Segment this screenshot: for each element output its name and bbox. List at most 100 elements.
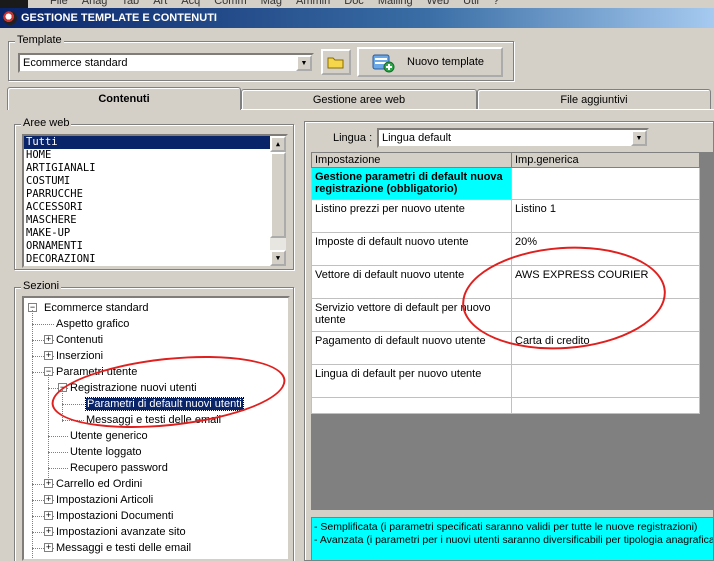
open-folder-button[interactable] (321, 49, 351, 75)
table-row[interactable]: Listino prezzi per nuovo utente Listino 1 (311, 199, 700, 233)
tree-node[interactable]: Utente loggato (70, 445, 142, 459)
tree-node[interactable]: Carrello ed Ordini (56, 477, 142, 491)
aree-web-item[interactable]: Tutti (24, 136, 270, 149)
tree-node-label: Messaggi e testi delle email (56, 542, 192, 554)
menu-item[interactable]: Anag (82, 0, 108, 7)
tree-node[interactable]: Impostazioni Documenti (56, 509, 173, 523)
aree-web-scrollbar[interactable]: ▲ ▼ (270, 136, 286, 266)
column-header-imp-generica[interactable]: Imp.generica (511, 152, 700, 168)
lingua-select[interactable]: Lingua default ▼ (377, 128, 649, 148)
tree-node-label: Parametri di default nuovi utenti (85, 397, 244, 411)
aree-web-item[interactable]: MASCHERE (24, 214, 286, 227)
table-row[interactable]: Vettore di default nuovo utente AWS EXPRE… (311, 265, 700, 299)
aree-web-items: Tutti HOME ARTIGIANALI COSTUMI PARRUCCHE ACCE… (24, 136, 286, 266)
setting-value-cell[interactable]: Carta di credito (511, 331, 700, 365)
aree-web-item[interactable]: ACCESSORI (24, 201, 286, 214)
sezioni-legend: Sezioni (21, 280, 62, 292)
setting-value-cell[interactable] (511, 397, 700, 414)
tree-node[interactable]: Messaggi e testi delle email (86, 413, 221, 427)
table-row[interactable]: Pagamento di default nuovo utente Carta d… (311, 331, 700, 365)
tab-gestione-aree-web[interactable]: Gestione aree web (241, 89, 477, 109)
tree-node-label: Recupero password (70, 462, 168, 474)
aree-web-listbox[interactable]: Tutti HOME ARTIGIANALI COSTUMI PARRUCCHE ACCE… (22, 134, 288, 268)
tree-node[interactable]: Parametri di default nuovi utenti (85, 397, 244, 411)
menu-item[interactable]: Doc (344, 0, 364, 7)
tree-node[interactable]: Impostazioni avanzate sito (56, 525, 186, 539)
tree-node[interactable]: Contenuti (56, 333, 103, 347)
new-template-button[interactable]: Nuovo template (357, 47, 503, 77)
tree-node-label: Utente generico (70, 430, 148, 442)
setting-name-cell: Imposte di default nuovo utente (311, 232, 512, 266)
menu-item[interactable]: Util (463, 0, 479, 7)
menu-item[interactable]: Art (153, 0, 167, 7)
setting-value-cell[interactable]: AWS EXPRESS COURIER (511, 265, 700, 299)
aree-web-item[interactable]: ORNAMENTI (24, 240, 286, 253)
scroll-up-icon[interactable]: ▲ (270, 136, 286, 152)
menu-item[interactable]: Tab (121, 0, 139, 7)
table-row[interactable]: Imposte di default nuovo utente 20% (311, 232, 700, 266)
table-row[interactable]: Gestione parametri di default nuova regi… (311, 167, 700, 200)
aree-web-item[interactable]: DECORAZIONI (24, 253, 286, 266)
menu-item[interactable]: Mag (261, 0, 282, 7)
setting-value-cell[interactable] (511, 167, 700, 200)
tree-guide (48, 374, 49, 482)
setting-name-cell (311, 397, 512, 414)
setting-name-cell: Servizio vettore di default per nuovo ut… (311, 298, 512, 332)
tree-node[interactable]: Recupero password (70, 461, 168, 475)
menu-item[interactable]: File (50, 0, 68, 7)
column-header-impostazione[interactable]: Impostazione (311, 152, 512, 168)
tree-node[interactable]: Impostazioni Articoli (56, 493, 153, 507)
menu-item[interactable]: ? (493, 0, 499, 7)
table-row[interactable]: Lingua di default per nuovo utente (311, 364, 700, 398)
table-row[interactable]: Servizio vettore di default per nuovo ut… (311, 298, 700, 332)
template-select[interactable]: Ecommerce standard ▼ (18, 53, 314, 73)
scroll-down-icon[interactable]: ▼ (270, 250, 286, 266)
aree-web-item[interactable]: MAKE-UP (24, 227, 286, 240)
expand-icon[interactable]: + (44, 527, 53, 536)
info-line: - Semplificata (i parametri specificati … (314, 521, 698, 533)
tree-node[interactable]: Registrazione nuovi utenti (70, 381, 197, 395)
menu-item[interactable]: Ammin (296, 0, 330, 7)
tree-node-label: Registrazione nuovi utenti (70, 382, 197, 394)
tab-contenuti[interactable]: Contenuti (7, 87, 241, 110)
tree-node-label: Impostazioni Articoli (56, 494, 154, 506)
expand-icon[interactable]: + (44, 543, 53, 552)
setting-value-cell[interactable]: Listino 1 (511, 199, 700, 233)
scroll-thumb[interactable] (270, 152, 286, 238)
menu-item[interactable]: Mailing (378, 0, 413, 7)
tab-file-aggiuntivi[interactable]: File aggiuntivi (477, 89, 711, 109)
expand-icon[interactable]: + (44, 495, 53, 504)
tree-node[interactable]: Utente generico (70, 429, 148, 443)
setting-name-cell: Pagamento di default nuovo utente (311, 331, 512, 365)
setting-value-cell[interactable]: 20% (511, 232, 700, 266)
menu-item[interactable]: Comm (214, 0, 246, 7)
chevron-down-icon[interactable]: ▼ (631, 130, 647, 146)
chevron-down-icon[interactable]: ▼ (296, 55, 312, 71)
tree-connector (62, 420, 84, 421)
new-template-icon (372, 54, 395, 73)
setting-value-cell[interactable] (511, 364, 700, 398)
tree-node[interactable]: Indicizzazione ASEO (56, 557, 158, 559)
tree-node-label: Carrello ed Ordini (56, 478, 143, 490)
tree-node[interactable]: Ecommerce standard (44, 301, 149, 315)
setting-value-cell[interactable] (511, 298, 700, 332)
tree-node[interactable]: Aspetto grafico (56, 317, 129, 331)
menu-item[interactable]: Acq (181, 0, 200, 7)
table-row[interactable] (311, 397, 700, 414)
tree-connector (48, 468, 68, 469)
aree-web-item[interactable]: ARTIGIANALI (24, 162, 286, 175)
expand-icon[interactable]: + (44, 511, 53, 520)
expand-icon[interactable]: + (44, 351, 53, 360)
expand-icon[interactable]: + (44, 335, 53, 344)
aree-web-item[interactable]: HOME (24, 149, 286, 162)
tree-node[interactable]: Messaggi e testi delle email (56, 541, 191, 555)
tree-node[interactable]: Inserzioni (56, 349, 103, 363)
aree-web-legend: Aree web (21, 117, 72, 129)
tab-gestione-aree-web-label: Gestione aree web (312, 93, 406, 106)
aree-web-item[interactable]: COSTUMI (24, 175, 286, 188)
tree-node[interactable]: Parametri utente (56, 365, 137, 379)
menu-item[interactable]: Web (427, 0, 449, 7)
sezioni-tree[interactable]: Ecommerce standard − Aspetto grafico Conten… (22, 296, 290, 561)
aree-web-item[interactable]: PARRUCCHE (24, 188, 286, 201)
tab-file-aggiuntivi-label: File aggiuntivi (560, 93, 628, 106)
